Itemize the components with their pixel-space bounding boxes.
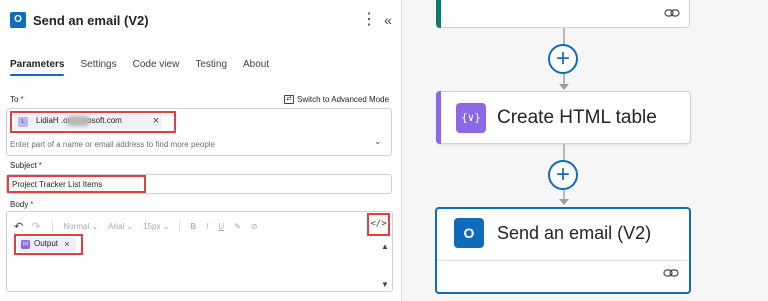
html-card-title: Create HTML table [497, 107, 657, 128]
scroll-down-icon[interactable]: ▼ [381, 280, 389, 289]
font-size-dropdown[interactable]: 15px ⌄ [143, 222, 169, 231]
font-family-dropdown[interactable]: Arial ⌄ [108, 222, 133, 231]
action-details-panel: O Send an email (V2) ⋮ « Parameters Sett… [0, 0, 402, 301]
compose-icon: {x} [21, 240, 30, 249]
connector-arrow [559, 199, 569, 205]
add-step-button[interactable]: + [548, 44, 578, 74]
link-icon[interactable] [664, 8, 680, 18]
font-style-dropdown[interactable]: Normal ⌄ [63, 222, 98, 231]
add-step-button[interactable]: + [548, 160, 578, 190]
panel-header: O Send an email (V2) ⋮ « [0, 0, 402, 42]
data-operation-icon: {∨} [456, 103, 486, 133]
tab-parameters[interactable]: Parameters [10, 58, 65, 76]
subject-value: Project Tracker List Items [12, 180, 103, 189]
tab-testing[interactable]: Testing [195, 58, 227, 76]
switch-advanced-mode-button[interactable]: ⇄ Switch to Advanced Mode [284, 95, 389, 104]
redo-icon[interactable]: ↷ [31, 220, 40, 233]
toolbar-divider [52, 220, 54, 232]
tab-settings[interactable]: Settings [80, 58, 116, 76]
connector-line [563, 144, 565, 160]
connector-arrow [559, 84, 569, 90]
advanced-mode-label: Switch to Advanced Mode [297, 95, 390, 104]
subject-label-text: Subject [10, 161, 37, 170]
chevron-down-icon[interactable]: ⌄ [374, 136, 382, 147]
subject-label: Subject * [10, 161, 42, 170]
more-options-icon[interactable]: ⋮ [361, 10, 377, 30]
font-size-value: 15px [143, 221, 161, 231]
code-view-toggle-button[interactable]: </> [367, 213, 390, 236]
italic-button[interactable]: I [206, 222, 208, 231]
undo-icon[interactable]: ↶ [14, 220, 23, 233]
body-label: Body * [10, 200, 33, 209]
collapse-panel-icon[interactable]: « [381, 10, 395, 30]
advanced-mode-icon: ⇄ [284, 95, 294, 104]
required-mark: * [38, 161, 42, 170]
outlook-icon: O [10, 12, 26, 28]
card-accent [436, 0, 441, 28]
body-label-text: Body [10, 200, 29, 209]
required-mark: * [20, 95, 24, 104]
email-card-title: Send an email (V2) [497, 223, 652, 243]
people-search-input[interactable] [10, 137, 370, 151]
card-divider [437, 260, 689, 261]
to-label-text: To [10, 95, 19, 104]
link-icon[interactable]: ⊘ [251, 222, 258, 231]
underline-button[interactable]: U [218, 222, 224, 231]
to-label: To * [10, 95, 24, 104]
scroll-up-icon[interactable]: ▲ [381, 242, 389, 251]
bold-button[interactable]: B [190, 222, 196, 231]
previous-action-card[interactable] [436, 0, 690, 28]
rich-text-toolbar: ↶ ↷ Normal ⌄ Arial ⌄ 15px ⌄ B I U ✎ ⊘ [14, 219, 268, 233]
output-token-label: Output [34, 239, 59, 248]
toolbar-divider [179, 220, 181, 232]
card-accent [436, 91, 441, 144]
text-color-icon[interactable]: ✎ [234, 222, 241, 231]
tab-bar: Parameters Settings Code view Testing Ab… [10, 58, 285, 80]
font-family-value: Arial [108, 221, 125, 231]
redacted-text [67, 116, 89, 126]
link-icon[interactable] [663, 268, 679, 278]
required-mark: * [30, 200, 34, 209]
remove-recipient-icon[interactable]: × [150, 114, 162, 128]
tab-about[interactable]: About [243, 58, 269, 76]
remove-token-icon[interactable]: × [62, 237, 72, 251]
outlook-icon: O [454, 218, 484, 248]
panel-title: Send an email (V2) [33, 13, 149, 28]
tab-code-view[interactable]: Code view [133, 58, 180, 76]
font-style-value: Normal [63, 221, 90, 231]
avatar: L [18, 117, 28, 127]
